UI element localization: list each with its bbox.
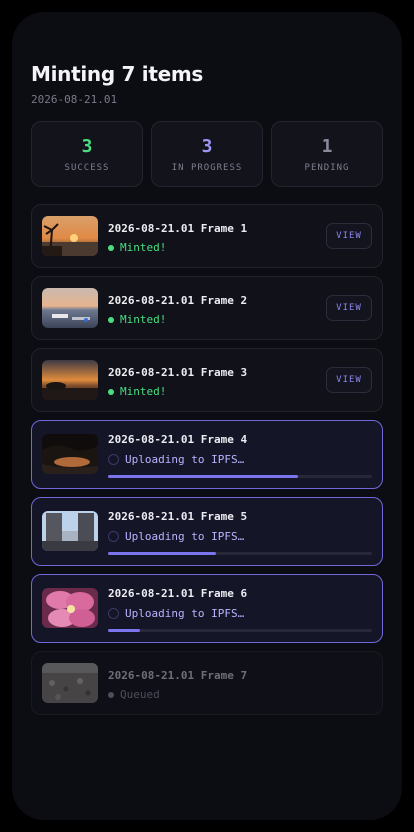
batch-id: 2026-08-21.01 bbox=[31, 93, 118, 106]
status-dot-icon bbox=[108, 388, 114, 395]
stats-row: 3 SUCCESS 3 IN PROGRESS 1 PENDING bbox=[31, 121, 383, 187]
item-status: Uploading to IPFS… bbox=[108, 453, 244, 466]
stat-pending: 1 PENDING bbox=[271, 121, 383, 187]
item-name: 2026-08-21.01 Frame 5 bbox=[108, 510, 248, 523]
status-dot-icon bbox=[108, 244, 114, 251]
screen: Minting 7 items 2026-08-21.01 3 SUCCESS … bbox=[12, 12, 402, 820]
mint-list: 2026-08-21.01 Frame 1 Minted! VIEW 2026-… bbox=[31, 204, 383, 723]
mint-item: 2026-08-21.01 Frame 6 Uploading to IPFS… bbox=[31, 574, 383, 643]
stat-in-progress-value: 3 bbox=[201, 136, 213, 157]
status-text: Uploading to IPFS… bbox=[125, 453, 245, 466]
stat-success-value: 3 bbox=[81, 136, 93, 157]
thumbnail-pebble-beach bbox=[42, 663, 98, 703]
item-name: 2026-08-21.01 Frame 6 bbox=[108, 587, 248, 600]
item-status: Minted! bbox=[108, 385, 166, 398]
mint-item: 2026-08-21.01 Frame 1 Minted! VIEW bbox=[31, 204, 383, 268]
spinner-icon bbox=[108, 454, 119, 465]
page-title: Minting 7 items bbox=[31, 62, 204, 86]
item-name: 2026-08-21.01 Frame 1 bbox=[108, 222, 248, 235]
stat-success-label: SUCCESS bbox=[64, 163, 110, 173]
stat-in-progress: 3 IN PROGRESS bbox=[151, 121, 263, 187]
thumbnail-sunset-palm bbox=[42, 216, 98, 256]
thumbnail-pink-flower bbox=[42, 588, 98, 628]
progress-track bbox=[108, 475, 372, 478]
thumbnail-orange-sunset bbox=[42, 360, 98, 400]
stat-success: 3 SUCCESS bbox=[31, 121, 143, 187]
mint-item: 2026-08-21.01 Frame 7 Queued bbox=[31, 651, 383, 715]
item-name: 2026-08-21.01 Frame 7 bbox=[108, 669, 248, 682]
item-status: Uploading to IPFS… bbox=[108, 607, 244, 620]
item-status: Queued bbox=[108, 688, 160, 701]
stat-pending-label: PENDING bbox=[304, 163, 350, 173]
thumbnail-trees-silhouette bbox=[42, 434, 98, 474]
status-text: Minted! bbox=[120, 385, 167, 398]
thumbnail-temple-gate bbox=[42, 511, 98, 551]
mint-item: 2026-08-21.01 Frame 4 Uploading to IPFS… bbox=[31, 420, 383, 489]
item-status: Minted! bbox=[108, 241, 166, 254]
item-name: 2026-08-21.01 Frame 4 bbox=[108, 433, 248, 446]
phone-frame: Minting 7 items 2026-08-21.01 3 SUCCESS … bbox=[0, 0, 414, 832]
status-text: Minted! bbox=[120, 241, 167, 254]
spinner-icon bbox=[108, 531, 119, 542]
item-status: Minted! bbox=[108, 313, 166, 326]
stat-in-progress-label: IN PROGRESS bbox=[171, 163, 243, 173]
progress-fill bbox=[108, 552, 217, 555]
mint-item: 2026-08-21.01 Frame 5 Uploading to IPFS… bbox=[31, 497, 383, 566]
item-status: Uploading to IPFS… bbox=[108, 530, 244, 543]
item-name: 2026-08-21.01 Frame 3 bbox=[108, 366, 248, 379]
thumbnail-boats-dusk bbox=[42, 288, 98, 328]
status-text: Uploading to IPFS… bbox=[125, 530, 245, 543]
view-button[interactable]: VIEW bbox=[326, 295, 372, 321]
status-text: Uploading to IPFS… bbox=[125, 607, 245, 620]
mint-item: 2026-08-21.01 Frame 2 Minted! VIEW bbox=[31, 276, 383, 340]
stat-pending-value: 1 bbox=[321, 136, 333, 157]
progress-fill bbox=[108, 475, 299, 478]
view-button[interactable]: VIEW bbox=[326, 223, 372, 249]
status-text: Minted! bbox=[120, 313, 167, 326]
status-dot-icon bbox=[108, 691, 114, 698]
view-button[interactable]: VIEW bbox=[326, 367, 372, 393]
spinner-icon bbox=[108, 608, 119, 619]
item-name: 2026-08-21.01 Frame 2 bbox=[108, 294, 248, 307]
mint-item: 2026-08-21.01 Frame 3 Minted! VIEW bbox=[31, 348, 383, 412]
progress-track bbox=[108, 552, 372, 555]
status-dot-icon bbox=[108, 316, 114, 323]
progress-track bbox=[108, 629, 372, 632]
progress-fill bbox=[108, 629, 140, 632]
status-text: Queued bbox=[120, 688, 160, 701]
